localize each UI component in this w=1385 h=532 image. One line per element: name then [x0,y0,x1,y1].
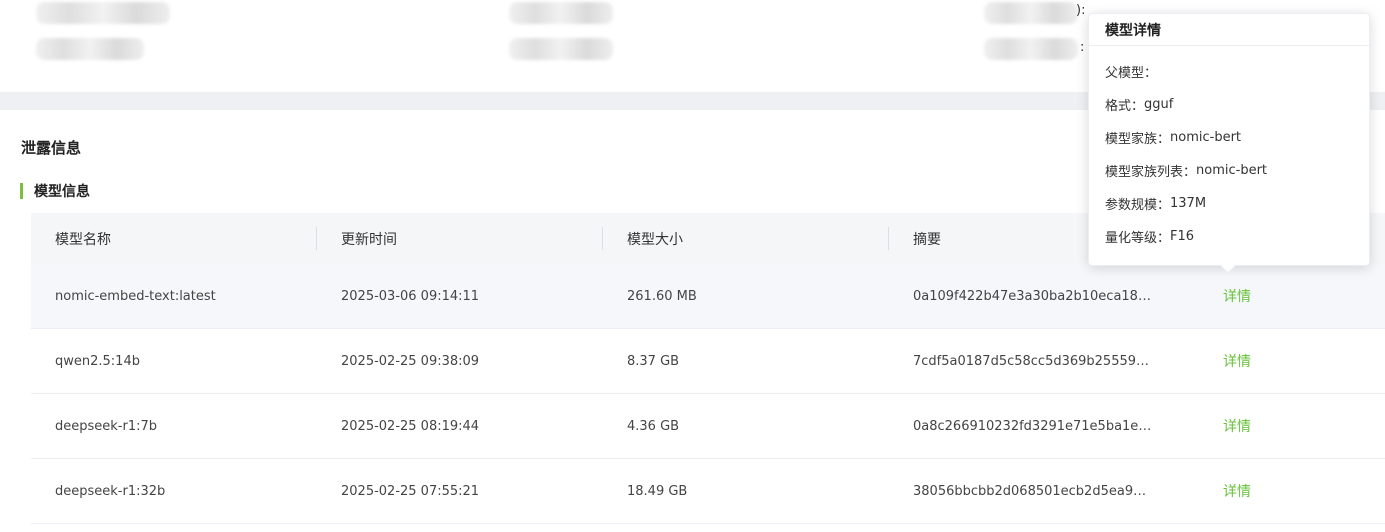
field-colon: ): [1076,3,1086,18]
detail-label: 格式： [1105,99,1145,114]
subsection-title: 模型信息 [34,183,90,200]
detail-row-parent-model: 父模型： [1105,55,1353,88]
detail-value: 137M [1170,196,1207,211]
model-updated: 2025-03-06 09:14:11 [341,288,480,304]
details-link[interactable]: 详情 [1223,481,1251,501]
detail-row-families: 模型家族列表： nomic-bert [1105,154,1353,187]
column-header-name: 模型名称 [31,213,317,264]
detail-row-format: 格式： gguf [1105,88,1353,121]
model-digest: 38056bbcbb2d068501ecb2d5ea9cea... [889,459,1192,523]
model-digest-text: 0a8c266910232fd3291e71e5ba1e05... [913,418,1153,434]
model-digest-text: 38056bbcbb2d068501ecb2d5ea9cea... [913,483,1153,499]
model-digest: 7cdf5a0187d5c58cc5d369b255592f7... [889,329,1192,393]
redacted-field [984,38,1078,60]
table-row: qwen2.5:14b 2025-02-25 09:38:09 8.37 GB … [31,329,1385,394]
detail-label: 模型家族列表： [1105,165,1197,180]
redacted-field [984,2,1078,24]
field-colon: : [1080,40,1085,55]
model-updated: 2025-02-25 09:38:09 [341,353,480,369]
redacted-field [509,2,613,24]
subsection-header: 模型信息 [20,182,90,200]
detail-row-quantization: 量化等级： F16 [1105,220,1353,253]
table-row: deepseek-r1:7b 2025-02-25 08:19:44 4.36 … [31,394,1385,459]
subsection-accent-bar [20,182,23,199]
redacted-field [36,38,144,60]
detail-value: F16 [1170,229,1195,244]
column-header-size: 模型大小 [603,213,889,264]
detail-label: 量化等级： [1105,231,1171,246]
model-name: qwen2.5:14b [55,353,140,369]
popover-body: 父模型： 格式： gguf 模型家族： nomic-bert 模型家族列表： n… [1089,46,1369,253]
details-link[interactable]: 详情 [1223,416,1251,436]
detail-label: 父模型： [1105,66,1158,81]
detail-row-family: 模型家族： nomic-bert [1105,121,1353,154]
popover-title: 模型详情 [1089,14,1369,46]
model-digest-text: 0a109f422b47e3a30ba2b10eca1854... [913,288,1153,304]
model-size: 18.49 GB [627,483,688,499]
detail-value: nomic-bert [1196,163,1268,178]
model-name: deepseek-r1:32b [55,483,166,499]
details-link[interactable]: 详情 [1223,286,1251,306]
redacted-field [36,2,170,24]
detail-value: gguf [1144,97,1174,112]
model-updated: 2025-02-25 08:19:44 [341,418,480,434]
model-digest: 0a109f422b47e3a30ba2b10eca1854... [889,264,1192,328]
detail-row-parameter-size: 参数规模： 137M [1105,187,1353,220]
model-size: 261.60 MB [627,288,697,304]
section-title: 泄露信息 [21,139,82,157]
details-link[interactable]: 详情 [1223,351,1251,371]
action-cell: 详情 [1192,264,1385,328]
table-row: nomic-embed-text:latest 2025-03-06 09:14… [31,264,1385,329]
model-name: deepseek-r1:7b [55,418,158,434]
model-size: 4.36 GB [627,418,680,434]
model-name: nomic-embed-text:latest [55,288,216,304]
model-digest-text: 7cdf5a0187d5c58cc5d369b255592f7... [913,353,1153,369]
model-size: 8.37 GB [627,353,680,369]
detail-label: 模型家族： [1105,132,1171,147]
action-cell: 详情 [1192,459,1385,523]
action-cell: 详情 [1192,394,1385,458]
model-digest: 0a8c266910232fd3291e71e5ba1e05... [889,394,1192,458]
detail-value: nomic-bert [1170,130,1242,145]
action-cell: 详情 [1192,329,1385,393]
redacted-field [509,38,613,60]
model-updated: 2025-02-25 07:55:21 [341,483,480,499]
model-details-popover: 模型详情 父模型： 格式： gguf 模型家族： nomic-bert 模型家族… [1088,13,1370,274]
table-row: deepseek-r1:32b 2025-02-25 07:55:21 18.4… [31,459,1385,524]
column-header-updated: 更新时间 [317,213,603,264]
detail-label: 参数规模： [1105,198,1171,213]
